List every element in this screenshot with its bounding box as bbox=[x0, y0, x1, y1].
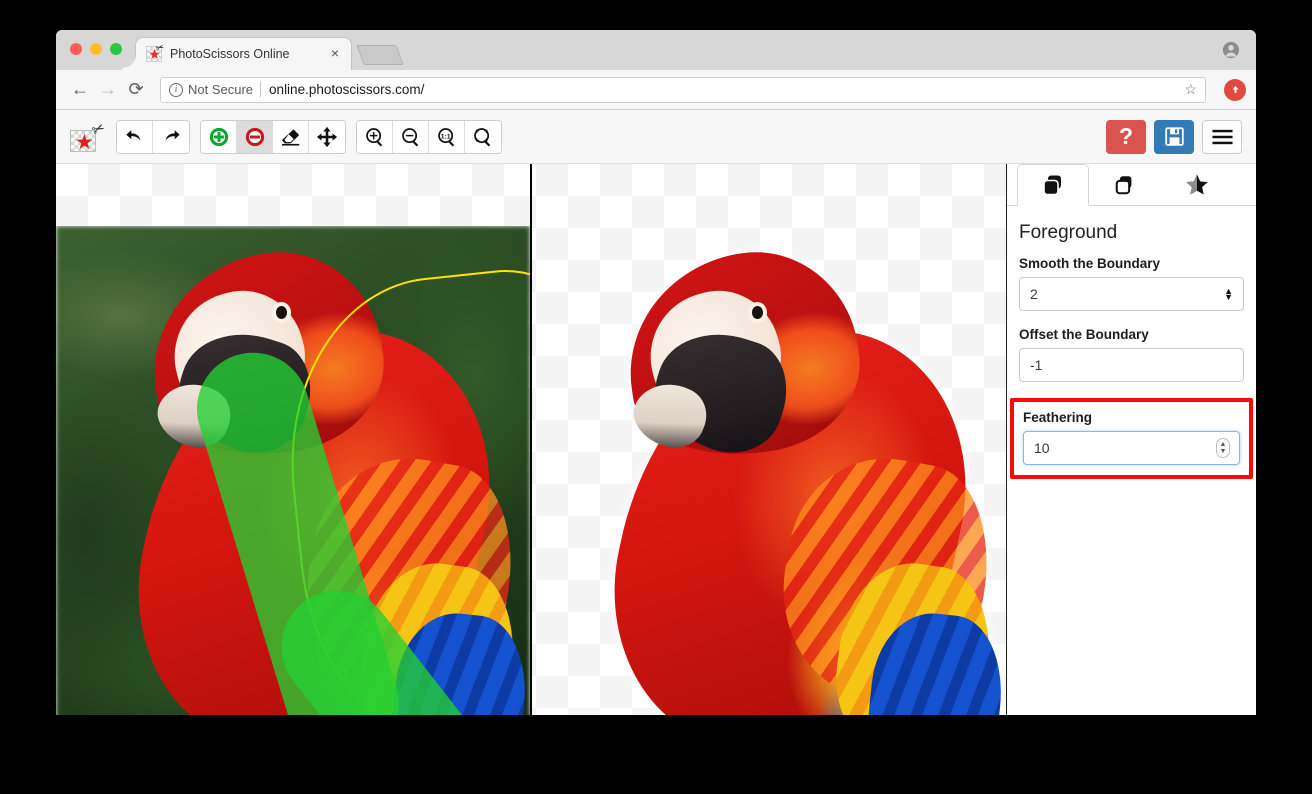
zoom-tool-group: 1:1 bbox=[356, 119, 502, 154]
url-text: online.photoscissors.com/ bbox=[269, 82, 425, 97]
stepper-down-arrow[interactable]: ▼ bbox=[1224, 293, 1233, 302]
logo-star-shape: ★ bbox=[75, 130, 94, 154]
settings-panel: Foreground Smooth the Boundary 2 ▲ ▼ Off… bbox=[1006, 164, 1256, 715]
eraser-button[interactable] bbox=[273, 120, 309, 153]
zoom-fit-button[interactable] bbox=[465, 120, 501, 153]
mark-background-button[interactable] bbox=[237, 120, 273, 153]
smooth-boundary-input[interactable]: 2 ▲ ▼ bbox=[1019, 277, 1244, 311]
browser-omnibox-bar: ← → ⟳ i Not Secure online.photoscissors.… bbox=[56, 70, 1256, 110]
undo-button[interactable] bbox=[117, 120, 153, 153]
photoscissors-favicon-icon: ★ ✂ bbox=[146, 42, 166, 62]
offset-boundary-input[interactable]: -1 bbox=[1019, 348, 1244, 382]
stepper-up-arrow[interactable]: ▲ bbox=[1220, 441, 1227, 448]
urlbar-divider bbox=[260, 82, 262, 97]
magnifier-minus-icon bbox=[401, 127, 418, 146]
info-circle-icon[interactable]: i bbox=[169, 82, 183, 97]
panel-heading: Foreground bbox=[1019, 222, 1118, 243]
image-canvas[interactable] bbox=[56, 164, 1006, 715]
window-traffic-lights bbox=[70, 43, 122, 55]
minus-circle-red-icon bbox=[245, 127, 264, 146]
magnifier-one-to-one-icon: 1:1 bbox=[437, 127, 454, 146]
feathering-stepper[interactable]: ▲ ▼ bbox=[1216, 438, 1230, 458]
toolbar-right-group: ? bbox=[1106, 119, 1242, 154]
pan-move-button[interactable] bbox=[309, 120, 345, 153]
eraser-icon bbox=[281, 128, 299, 146]
upload-arrow-glyph bbox=[1232, 86, 1238, 93]
plus-circle-green-icon bbox=[209, 127, 228, 146]
move-arrows-icon bbox=[316, 126, 338, 147]
browser-tabstrip: ★ ✂ PhotoScissors Online × bbox=[56, 30, 1256, 70]
tab-background[interactable] bbox=[1089, 164, 1161, 206]
parrot-figure bbox=[570, 234, 1006, 715]
back-button[interactable]: ← bbox=[66, 76, 94, 104]
offset-boundary-value: -1 bbox=[1030, 357, 1043, 373]
tab-close-icon[interactable]: × bbox=[327, 46, 343, 62]
photoscissors-toolbar: ★ ✂ 1:1 ? bbox=[56, 110, 1256, 164]
floppy-disk-save-icon bbox=[1164, 127, 1184, 146]
result-parrot-cutout bbox=[532, 226, 1006, 715]
profile-avatar-icon[interactable] bbox=[1222, 41, 1240, 59]
redo-icon bbox=[165, 129, 180, 141]
feathering-value: 10 bbox=[1034, 440, 1050, 456]
smooth-boundary-value: 2 bbox=[1030, 286, 1038, 302]
zoom-in-button[interactable] bbox=[357, 120, 393, 153]
panel-tabs bbox=[1007, 164, 1256, 206]
undo-icon bbox=[125, 129, 140, 141]
svg-text:1:1: 1:1 bbox=[440, 133, 450, 140]
source-parrot-image bbox=[56, 226, 530, 715]
layers-outline-icon bbox=[1115, 176, 1132, 195]
new-tab-button[interactable] bbox=[356, 45, 404, 65]
question-mark-icon: ? bbox=[1118, 123, 1134, 149]
security-status-label: Not Secure bbox=[188, 82, 254, 97]
smooth-boundary-stepper[interactable]: ▲ ▼ bbox=[1224, 287, 1233, 302]
feathering-highlight-box: Feathering 10 ▲ ▼ bbox=[1010, 398, 1253, 479]
feathering-label: Feathering bbox=[1023, 410, 1093, 425]
parrot-eye bbox=[276, 306, 287, 319]
source-image-pane[interactable] bbox=[56, 226, 530, 715]
magnifier-plus-icon bbox=[365, 127, 382, 146]
smooth-boundary-label: Smooth the Boundary bbox=[1019, 256, 1160, 271]
pane-split-divider[interactable] bbox=[530, 164, 532, 715]
stepper-down-arrow[interactable]: ▼ bbox=[1220, 448, 1227, 455]
workarea: Foreground Smooth the Boundary 2 ▲ ▼ Off… bbox=[56, 164, 1256, 715]
reload-button[interactable]: ⟳ bbox=[122, 76, 150, 104]
browser-window: ★ ✂ PhotoScissors Online × ← → ⟳ i Not S… bbox=[56, 30, 1256, 715]
zoom-out-button[interactable] bbox=[393, 120, 429, 153]
parrot-eye bbox=[752, 306, 763, 319]
star-icon bbox=[1186, 174, 1208, 195]
forward-button[interactable]: → bbox=[94, 76, 122, 104]
zoom-actual-size-button[interactable]: 1:1 bbox=[429, 120, 465, 153]
extension-upload-icon[interactable] bbox=[1224, 78, 1246, 101]
offset-boundary-label: Offset the Boundary bbox=[1019, 327, 1149, 342]
bookmark-star-icon[interactable]: ☆ bbox=[1184, 81, 1197, 98]
brush-tool-group bbox=[200, 119, 346, 154]
hamburger-menu-icon bbox=[1211, 129, 1233, 144]
tab-effects[interactable] bbox=[1161, 164, 1233, 206]
browser-tab-photoscissors[interactable]: ★ ✂ PhotoScissors Online × bbox=[122, 38, 351, 70]
save-button[interactable] bbox=[1154, 119, 1194, 154]
window-close-button[interactable] bbox=[70, 43, 82, 55]
tab-foreground[interactable] bbox=[1017, 164, 1089, 206]
photoscissors-logo: ★ ✂ bbox=[70, 119, 108, 154]
window-minimize-button[interactable] bbox=[90, 43, 102, 55]
mark-foreground-button[interactable] bbox=[201, 120, 237, 153]
feathering-input[interactable]: 10 ▲ ▼ bbox=[1023, 431, 1240, 465]
window-maximize-button[interactable] bbox=[110, 43, 122, 55]
url-bar[interactable]: i Not Secure online.photoscissors.com/ ☆ bbox=[160, 76, 1206, 103]
magnifier-fit-icon bbox=[474, 127, 491, 146]
history-tool-group bbox=[116, 119, 190, 154]
result-preview-pane[interactable] bbox=[532, 226, 1006, 715]
redo-button[interactable] bbox=[153, 120, 189, 153]
browser-tab-title: PhotoScissors Online bbox=[170, 47, 290, 61]
hamburger-menu-button[interactable] bbox=[1202, 119, 1242, 154]
panel-body: Foreground Smooth the Boundary 2 ▲ ▼ Off… bbox=[1007, 206, 1256, 479]
layers-filled-icon bbox=[1043, 175, 1061, 196]
help-button[interactable]: ? bbox=[1106, 119, 1146, 154]
